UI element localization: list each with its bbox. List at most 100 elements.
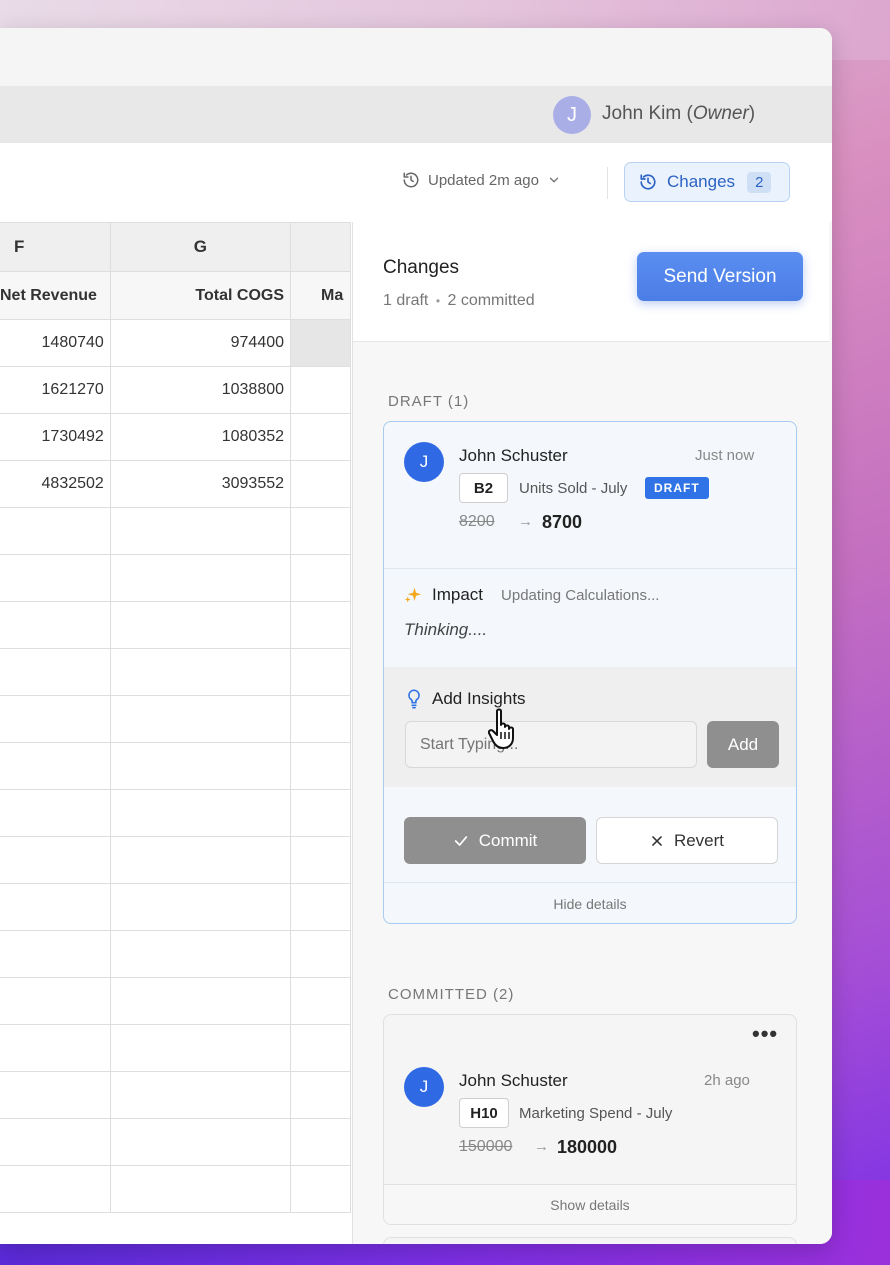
table-cell[interactable]: [290, 695, 351, 743]
table-cell[interactable]: [109, 648, 292, 696]
table-cell[interactable]: 3093552: [109, 460, 292, 508]
table-cell[interactable]: [109, 930, 292, 978]
table-cell[interactable]: [290, 648, 351, 696]
summary-committed-count: 2 committed: [447, 292, 535, 309]
table-cell[interactable]: 1080352: [109, 413, 292, 461]
table-cell[interactable]: 1621270: [0, 366, 111, 414]
field-net-revenue[interactable]: Net Revenue: [0, 271, 111, 320]
field-margin[interactable]: Ma: [290, 271, 351, 320]
hand-pointer-cursor-icon: [488, 708, 514, 749]
table-cell[interactable]: [0, 507, 111, 555]
commit-button[interactable]: Commit: [404, 817, 586, 864]
table-cell[interactable]: [290, 1024, 351, 1072]
table-cell[interactable]: [109, 695, 292, 743]
table-row: 1621270 1038800: [0, 366, 351, 414]
table-cell[interactable]: [0, 1071, 111, 1119]
table-cell[interactable]: [0, 742, 111, 790]
column-header-h[interactable]: [290, 222, 351, 272]
show-details-link[interactable]: Show details: [384, 1184, 796, 1224]
owner-name: John Kim (Owner): [602, 103, 756, 124]
table-row-empty: [0, 695, 351, 743]
table-cell[interactable]: [109, 1118, 292, 1166]
committed-section-label: COMMITTED (2): [388, 986, 515, 1003]
table-cell[interactable]: [290, 366, 351, 414]
table-cell[interactable]: [290, 460, 351, 508]
table-cell[interactable]: [290, 1165, 351, 1213]
field-total-cogs[interactable]: Total COGS: [109, 271, 292, 320]
table-cell[interactable]: [109, 1024, 292, 1072]
table-cell[interactable]: [109, 742, 292, 790]
table-cell[interactable]: [0, 977, 111, 1025]
table-cell[interactable]: [109, 554, 292, 602]
updated-dropdown[interactable]: Updated 2m ago: [402, 171, 561, 189]
table-cell[interactable]: 1038800: [109, 366, 292, 414]
column-header-f[interactable]: F: [0, 222, 111, 272]
table-cell[interactable]: [109, 1071, 292, 1119]
table-cell[interactable]: 974400: [109, 319, 292, 367]
spreadsheet-grid[interactable]: F G Net Revenue Total COGS Ma 1480740 97…: [0, 222, 352, 1244]
table-cell[interactable]: [0, 836, 111, 884]
table-cell[interactable]: [0, 1165, 111, 1213]
changes-panel-header: Changes 1 draft • 2 committed Send Versi…: [353, 222, 829, 342]
author-name: John Schuster: [459, 446, 568, 465]
committed-change-card: ••• J John Schuster 2h ago H10 Marketing…: [383, 1014, 797, 1225]
cell-reference-tag[interactable]: H10: [459, 1098, 509, 1128]
table-cell[interactable]: [290, 554, 351, 602]
table-cell[interactable]: [290, 413, 351, 461]
check-icon: [454, 835, 467, 846]
table-cell[interactable]: [109, 601, 292, 649]
table-cell[interactable]: [0, 695, 111, 743]
table-cell[interactable]: [0, 601, 111, 649]
column-header-g[interactable]: G: [109, 222, 292, 272]
table-cell[interactable]: [290, 1118, 351, 1166]
more-options-icon[interactable]: •••: [752, 1021, 778, 1047]
table-cell[interactable]: [290, 742, 351, 790]
table-cell[interactable]: [109, 789, 292, 837]
avatar: J: [404, 1067, 444, 1107]
cell-reference-tag[interactable]: B2: [459, 473, 508, 503]
table-cell[interactable]: [290, 977, 351, 1025]
table-cell[interactable]: [0, 930, 111, 978]
table-cell[interactable]: [0, 554, 111, 602]
table-cell[interactable]: [290, 883, 351, 931]
history-icon: [403, 172, 419, 188]
new-value: 180000: [557, 1137, 618, 1157]
table-row-empty: [0, 554, 351, 602]
table-cell[interactable]: [0, 789, 111, 837]
table-cell[interactable]: [0, 648, 111, 696]
changes-summary: 1 draft • 2 committed: [383, 292, 535, 310]
insights-input[interactable]: [405, 721, 697, 768]
table-cell[interactable]: [290, 1071, 351, 1119]
table-cell[interactable]: [109, 1165, 292, 1213]
table-cell[interactable]: [109, 507, 292, 555]
author-name: John Schuster: [459, 1071, 568, 1090]
table-cell[interactable]: [0, 883, 111, 931]
draft-change-card: J John Schuster Just now B2 Units Sold -…: [383, 421, 797, 924]
hide-details-link[interactable]: Hide details: [384, 882, 796, 923]
column-header-row: F G: [0, 222, 351, 272]
table-cell[interactable]: [290, 930, 351, 978]
avatar[interactable]: J: [553, 96, 591, 134]
table-cell[interactable]: [109, 836, 292, 884]
table-cell[interactable]: [0, 1024, 111, 1072]
card-divider: [384, 568, 796, 569]
changes-button[interactable]: Changes 2: [624, 162, 790, 202]
revert-button[interactable]: Revert: [596, 817, 778, 864]
add-insight-button[interactable]: Add: [707, 721, 779, 768]
table-cell[interactable]: 1480740: [0, 319, 111, 367]
table-cell[interactable]: 4832502: [0, 460, 111, 508]
send-version-button[interactable]: Send Version: [637, 252, 803, 301]
avatar: J: [404, 442, 444, 482]
table-cell[interactable]: [109, 977, 292, 1025]
impact-label: Impact: [432, 585, 484, 604]
table-cell[interactable]: [290, 836, 351, 884]
impact-status: Updating Calculations...: [501, 586, 660, 604]
table-cell-selected[interactable]: [290, 319, 351, 367]
table-cell[interactable]: [290, 507, 351, 555]
table-cell[interactable]: [109, 883, 292, 931]
table-cell[interactable]: [290, 601, 351, 649]
table-cell[interactable]: [290, 789, 351, 837]
changes-panel: Changes 1 draft • 2 committed Send Versi…: [352, 222, 832, 1244]
table-cell[interactable]: [0, 1118, 111, 1166]
table-cell[interactable]: 1730492: [0, 413, 111, 461]
